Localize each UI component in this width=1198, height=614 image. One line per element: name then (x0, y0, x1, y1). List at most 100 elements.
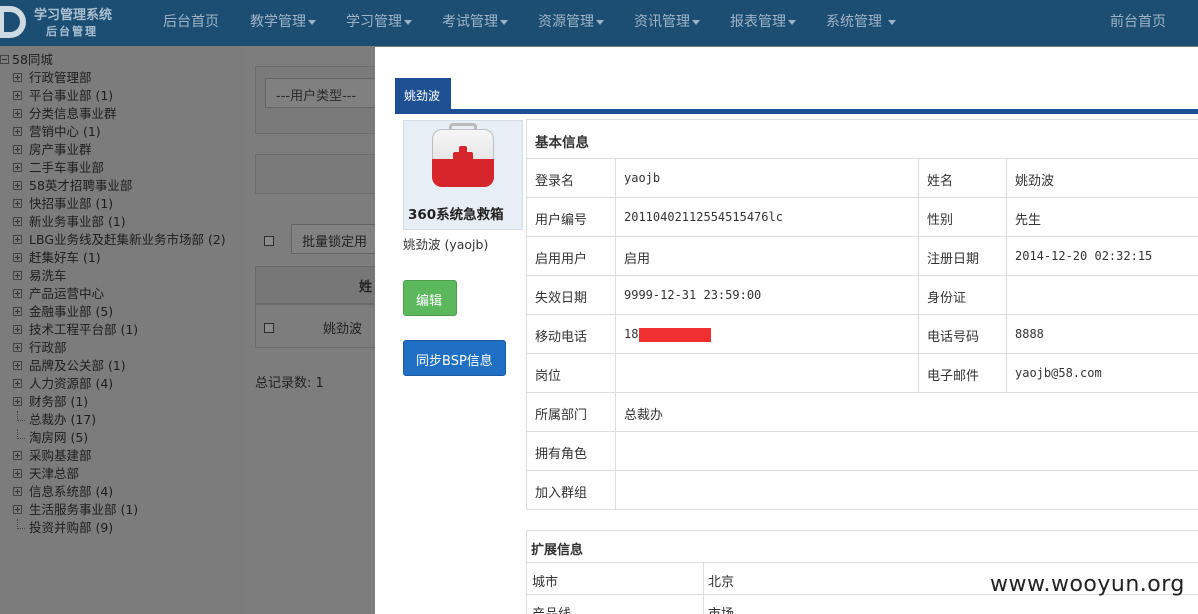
expand-icon[interactable] (13, 73, 22, 82)
total-records: 总记录数: 1 (255, 376, 324, 391)
field-value-roles (615, 432, 1198, 470)
expand-icon[interactable] (13, 397, 22, 406)
tree-item[interactable]: 总裁办 (17) (29, 411, 96, 428)
tree-item[interactable]: 易洗车 (29, 267, 67, 284)
nav-item-resource[interactable]: 资源管理 (538, 11, 604, 31)
nav-item-system[interactable]: 系统管理 (826, 11, 897, 31)
tree-item[interactable]: 赶集好车 (1) (29, 249, 101, 266)
expand-icon[interactable] (13, 235, 22, 244)
profile-image: 360系统急救箱 (403, 120, 523, 230)
expand-icon[interactable] (13, 199, 22, 208)
nav-item-learning[interactable]: 学习管理 (346, 11, 412, 31)
field-label: 失效日期 (535, 291, 588, 306)
tree-item[interactable]: 房产事业群 (29, 141, 92, 158)
expand-icon[interactable] (13, 343, 22, 352)
org-tree: 58同城 行政管理部 平台事业部 (1) 分类信息事业群 营销中心 (1) 房产事业群二… (0, 46, 245, 614)
toolbar-panel (255, 154, 385, 194)
field-value-register-date: 2014-12-20 02:32:15 (1006, 237, 1198, 275)
nav-item-news[interactable]: 资讯管理 (634, 11, 700, 31)
expand-icon[interactable] (13, 253, 22, 262)
tree-item[interactable]: 采购基建部 (29, 447, 92, 464)
tree-item[interactable]: 平台事业部 (1) (29, 87, 113, 104)
field-value-id-card (1006, 276, 1198, 314)
expand-icon[interactable] (13, 217, 22, 226)
row-checkbox[interactable] (264, 323, 274, 333)
batch-lock-button[interactable]: 批量锁定用 (291, 224, 381, 254)
expand-icon[interactable] (13, 289, 22, 298)
field-value-department: 总裁办 (615, 393, 1198, 431)
expand-icon[interactable] (13, 271, 22, 280)
table-cell-name[interactable]: 姚劲波 (323, 318, 362, 337)
tree-connector (17, 429, 25, 439)
expand-icon[interactable] (13, 181, 22, 190)
field-value-login: yaojb (615, 159, 918, 197)
nav-item-report[interactable]: 报表管理 (730, 11, 796, 31)
tree-item[interactable]: 行政部 (29, 339, 67, 356)
tree-item[interactable]: 品牌及公关部 (1) (29, 357, 126, 374)
tree-root[interactable]: 58同城 (12, 51, 53, 68)
table-row: 拥有角色 (527, 432, 1198, 471)
sync-bsp-button[interactable]: 同步BSP信息 (403, 340, 506, 376)
nav-item-backend-home[interactable]: 后台首页 (163, 11, 219, 31)
field-value-user-id: 20110402112554515476lc (615, 198, 918, 236)
expand-icon[interactable] (13, 379, 22, 388)
expand-icon[interactable] (13, 469, 22, 478)
field-label: 城市 (532, 575, 559, 590)
table-row: 加入群组 (527, 471, 1198, 510)
chevron-down-icon (308, 19, 316, 25)
expand-icon[interactable] (13, 145, 22, 154)
nav-item-frontend-home[interactable]: 前台首页 (1110, 11, 1166, 31)
table-row[interactable] (255, 304, 385, 348)
edit-button[interactable]: 编辑 (403, 280, 457, 316)
nav-item-exam[interactable]: 考试管理 (442, 11, 508, 31)
tree-item[interactable]: 天津总部 (29, 465, 79, 482)
extended-info-title: 扩展信息 (527, 531, 1198, 563)
tree-item[interactable]: 二手车事业部 (29, 159, 104, 176)
tree-item[interactable]: 人力资源部 (4) (29, 375, 113, 392)
select-all-checkbox[interactable] (264, 236, 274, 246)
tree-item[interactable]: 生活服务事业部 (1) (29, 501, 138, 518)
field-label: 姓名 (918, 159, 1006, 197)
tree-item[interactable]: 投资并购部 (9) (29, 519, 113, 536)
expand-icon[interactable] (13, 163, 22, 172)
field-label: 用户编号 (535, 213, 588, 228)
expand-icon[interactable] (13, 325, 22, 334)
basic-info-table: 基本信息 登录名 yaojb 姓名 姚劲波 用户编号 2011040211255… (526, 119, 1198, 510)
tree-item[interactable]: 行政管理部 (29, 69, 92, 86)
field-value-phone: 8888 (1006, 315, 1198, 353)
tree-item[interactable]: LBG业务线及赶集新业务市场部 (2) (29, 231, 226, 248)
expand-icon[interactable] (13, 307, 22, 316)
expand-icon[interactable] (13, 451, 22, 460)
tree-item[interactable]: 新业务事业部 (1) (29, 213, 126, 230)
chevron-down-icon (888, 19, 897, 25)
expand-icon[interactable] (13, 91, 22, 100)
background-page: ---用户类型--- 批量锁定用 姓 姚劲波 总记录数: 1 (245, 46, 385, 614)
chevron-down-icon (596, 19, 604, 25)
brand-subtitle: 后台管理 (46, 25, 98, 38)
tree-item[interactable]: 技术工程平台部 (1) (29, 321, 138, 338)
tree-item[interactable]: 财务部 (1) (29, 393, 88, 410)
nav-item-teaching[interactable]: 教学管理 (250, 11, 316, 31)
tree-item[interactable]: 信息系统部 (4) (29, 483, 113, 500)
expand-icon[interactable] (13, 127, 22, 136)
tree-item[interactable]: 产品运营中心 (29, 285, 104, 302)
field-label: 产品线 (527, 595, 703, 614)
tree-item[interactable]: 营销中心 (1) (29, 123, 101, 140)
tree-item[interactable]: 快招事业部 (1) (29, 195, 113, 212)
tree-item[interactable]: 分类信息事业群 (29, 105, 117, 122)
expand-icon[interactable] (13, 487, 22, 496)
tree-item[interactable]: 淘房网 (5) (29, 429, 88, 446)
brand-logo[interactable]: 学习管理系统 后台管理 (0, 0, 118, 46)
profile-image-text: 360系统急救箱 (408, 207, 504, 223)
expand-icon[interactable] (13, 505, 22, 514)
user-type-select[interactable]: ---用户类型--- (265, 78, 385, 108)
tree-item[interactable]: 58英才招聘事业部 (29, 177, 132, 194)
collapse-icon[interactable] (0, 55, 9, 64)
tab-user[interactable]: 姚劲波 (395, 78, 451, 109)
expand-icon[interactable] (13, 109, 22, 118)
field-value-gender: 先生 (1006, 198, 1198, 236)
table-row: 移动电话 18 电话号码 8888 (527, 315, 1198, 354)
table-row: 岗位 电子邮件 yaojb@58.com (527, 354, 1198, 393)
tree-item[interactable]: 金融事业部 (5) (29, 303, 113, 320)
expand-icon[interactable] (13, 361, 22, 370)
